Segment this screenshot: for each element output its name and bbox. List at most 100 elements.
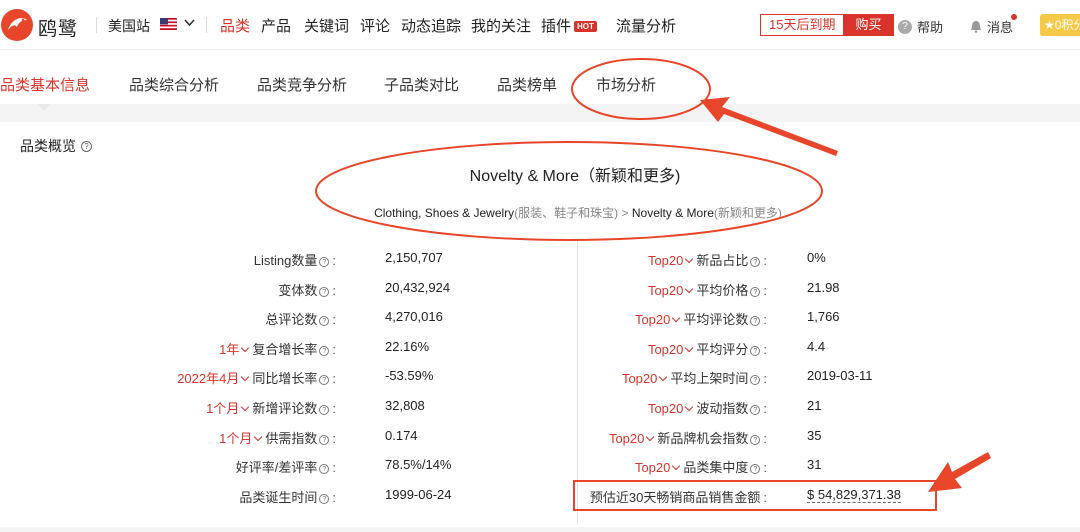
- colon: :: [763, 312, 767, 328]
- nav-keyword[interactable]: 关键词: [304, 15, 349, 36]
- help-icon[interactable]: ?: [750, 434, 761, 445]
- help-icon[interactable]: ?: [81, 140, 92, 152]
- nav-traffic-analysis[interactable]: 流量分析: [616, 15, 676, 36]
- help-icon[interactable]: ?: [750, 405, 761, 415]
- breadcrumb-parent[interactable]: Clothing, Shoes & Jewelry: [374, 206, 514, 220]
- stat-label: 平均上架时间: [670, 371, 749, 387]
- category-title: Novelty & More（新颖和更多): [469, 168, 681, 185]
- stat-value: $ 54,829,371.38: [807, 486, 901, 503]
- site-selector-label[interactable]: 美国站: [108, 16, 150, 36]
- help-icon[interactable]: ?: [750, 345, 761, 356]
- buy-button[interactable]: 购买: [843, 15, 894, 35]
- colon: :: [763, 253, 767, 268]
- stat-label-group: Top20 新品牌机会指数?:: [609, 428, 767, 447]
- stat-row: 预估近30天畅销商品销售金额: $ 54,829,371.38: [0, 487, 1080, 505]
- help-icon[interactable]: ?: [750, 316, 761, 327]
- help-icon[interactable]: ?: [750, 464, 761, 475]
- help-icon[interactable]: ?: [750, 286, 761, 297]
- nav-category[interactable]: 品类: [220, 15, 250, 36]
- points-label: 0积分: [1054, 18, 1080, 32]
- nav-my-follow[interactable]: 我的关注: [471, 15, 531, 36]
- stat-label-group: Top20 品类集中度?:: [635, 457, 767, 476]
- colon: :: [763, 401, 767, 416]
- colon: :: [763, 371, 767, 387]
- stat-label: 品类集中度: [683, 460, 749, 476]
- tab-market-analysis[interactable]: 市场分析: [596, 74, 656, 95]
- tab-comprehensive-analysis[interactable]: 品类综合分析: [129, 74, 219, 95]
- time-range-label: Top20: [647, 253, 684, 268]
- stat-value: 0%: [807, 250, 826, 265]
- time-range-dropdown[interactable]: Top20: [635, 312, 683, 327]
- tab-rankings[interactable]: 品类榜单: [497, 74, 557, 95]
- help-icon[interactable]: ?: [750, 257, 761, 267]
- chevron-down-icon: [685, 402, 694, 412]
- breadcrumb-current[interactable]: Novelty & More: [632, 206, 714, 220]
- time-range-label: Top20: [647, 401, 684, 416]
- stat-row: Top20 平均价格?: 21.98: [0, 280, 1080, 298]
- colon: :: [763, 430, 767, 446]
- stat-label: 新品牌机会指数: [657, 430, 749, 446]
- stat-label: 平均评论数: [683, 312, 749, 328]
- stat-label-group: Top20 平均上架时间?:: [622, 368, 767, 387]
- time-range-label: Top20: [634, 312, 671, 328]
- stat-value: 1,766: [807, 309, 840, 325]
- time-range-dropdown[interactable]: Top20: [648, 283, 696, 298]
- bell-icon: [971, 21, 981, 33]
- stat-row: Top20 平均上架时间?: 2019-03-11: [0, 368, 1080, 386]
- stat-row: Top20 新品牌机会指数?: 35: [0, 428, 1080, 446]
- stat-value: 2019-03-11: [807, 368, 873, 384]
- colon: :: [763, 282, 767, 298]
- tab-basic-info[interactable]: 品类基本信息: [0, 74, 90, 95]
- top-header: 鸥鹭 美国站 品类 产品 关键词 评论 动态追踪 我的关注 插件 HOT 流量分析…: [0, 0, 1080, 50]
- time-range-label: Top20: [634, 460, 671, 476]
- help-icon[interactable]: ?: [750, 375, 761, 386]
- time-range-dropdown[interactable]: Top20: [609, 431, 657, 446]
- section-title-label: 品类概览: [20, 138, 76, 154]
- points-badge[interactable]: ★0积分: [1040, 14, 1080, 36]
- stat-value: 35: [807, 427, 822, 443]
- logo-text[interactable]: 鸥鹭: [38, 14, 78, 41]
- us-flag-icon: [160, 18, 177, 30]
- nav-plugin[interactable]: 插件 HOT: [541, 15, 597, 36]
- tab-subcategory-compare[interactable]: 子品类对比: [384, 74, 459, 95]
- nav-tracking[interactable]: 动态追踪: [401, 15, 461, 36]
- colon: :: [763, 341, 767, 357]
- time-range-label: Top20: [647, 282, 684, 298]
- stat-label-group: Top20 平均评分?:: [648, 339, 767, 358]
- nav-reviews[interactable]: 评论: [360, 15, 390, 36]
- time-range-dropdown[interactable]: Top20: [635, 460, 683, 475]
- expire-text: 15天后到期: [769, 17, 836, 32]
- messages-link[interactable]: 消息: [970, 17, 1013, 36]
- chevron-down-icon: [659, 373, 668, 382]
- logo-icon[interactable]: [0, 8, 34, 42]
- messages-label: 消息: [987, 20, 1014, 35]
- stat-label-group: Top20 平均价格?:: [648, 280, 767, 299]
- stat-row: Top20 新品占比?: 0%: [0, 250, 1080, 268]
- chevron-down-icon[interactable]: [184, 19, 195, 27]
- stat-row: Top20 品类集中度?: 31: [0, 457, 1080, 475]
- help-link[interactable]: ? 帮助: [898, 17, 943, 36]
- help-icon: ?: [898, 19, 912, 34]
- hot-badge: HOT: [574, 21, 597, 32]
- stat-label: 平均评分: [696, 341, 749, 357]
- time-range-dropdown[interactable]: Top20: [648, 253, 696, 268]
- stat-value: 4.4: [807, 338, 826, 354]
- colon: :: [763, 489, 767, 505]
- stat-label-group: 预估近30天畅销商品销售金额:: [590, 487, 767, 506]
- time-range-label: Top20: [608, 430, 645, 446]
- stat-label-group: Top20 平均评论数?:: [635, 309, 767, 328]
- time-range-dropdown[interactable]: Top20: [622, 371, 670, 386]
- notification-dot: [1011, 14, 1017, 20]
- stat-label: 波动指数: [696, 401, 749, 416]
- stat-label-group: Top20 波动指数?:: [648, 398, 767, 417]
- stat-label: 新品占比: [696, 253, 749, 268]
- time-range-dropdown[interactable]: Top20: [648, 401, 696, 416]
- star-icon: ★: [1044, 18, 1055, 32]
- breadcrumb-parent-cn: (服装、鞋子和珠宝): [514, 206, 619, 220]
- chevron-down-icon: [672, 313, 681, 323]
- nav-product[interactable]: 产品: [261, 15, 291, 36]
- tab-competition-analysis[interactable]: 品类竞争分析: [257, 74, 347, 95]
- time-range-dropdown[interactable]: Top20: [648, 342, 696, 357]
- stat-value: 31: [807, 457, 822, 473]
- divider: [96, 17, 97, 33]
